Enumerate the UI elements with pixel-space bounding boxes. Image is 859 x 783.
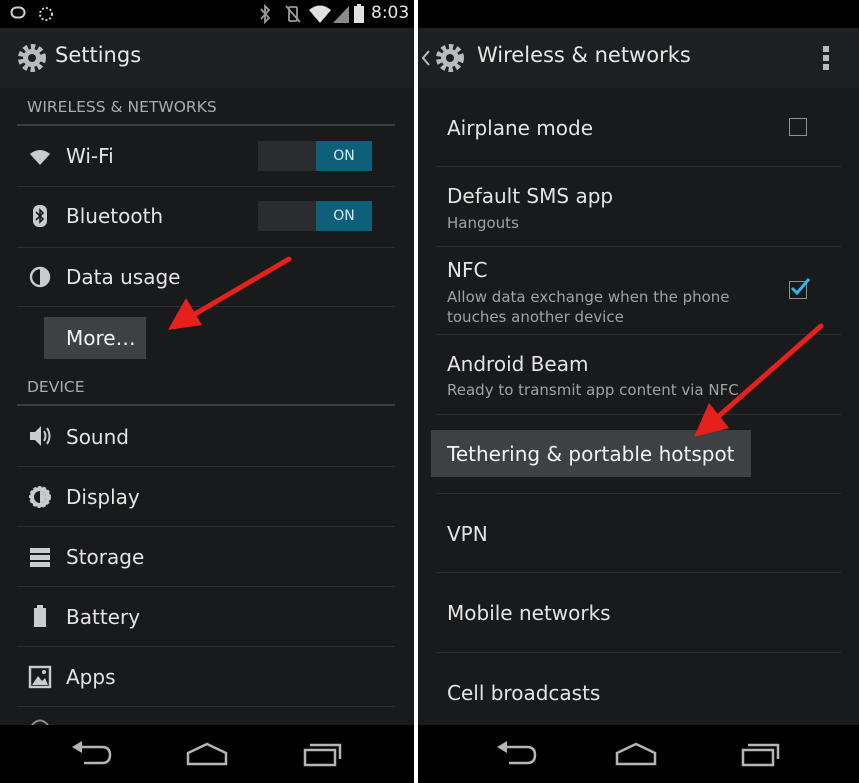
- recent-apps-icon[interactable]: [302, 741, 344, 767]
- recent-apps-icon[interactable]: [740, 741, 782, 767]
- home-icon[interactable]: [614, 741, 658, 767]
- back-icon[interactable]: [495, 741, 537, 767]
- home-icon[interactable]: [185, 741, 229, 767]
- annotation-arrow-icon: [168, 256, 292, 330]
- navigation-bar: [418, 725, 859, 783]
- back-icon[interactable]: [70, 741, 112, 767]
- annotation-arrow-icon: [694, 323, 824, 437]
- settings-screen: 8:03 Settings WIRELESS & NETWORKS Wi-Fi …: [0, 0, 414, 783]
- wireless-networks-screen: Wireless & networks Airplane mode Defaul…: [418, 0, 859, 783]
- navigation-bar: [0, 725, 414, 783]
